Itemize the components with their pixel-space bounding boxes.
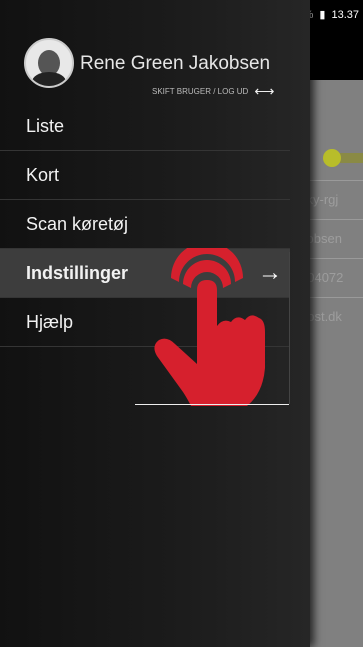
menu-item-label: Indstillinger — [26, 263, 129, 283]
hand-underline — [135, 404, 289, 405]
swap-arrows-icon: ⟷ — [254, 83, 275, 99]
avatar[interactable] — [24, 38, 74, 88]
menu-item-scan-koretoj[interactable]: Scan køretøj — [0, 200, 290, 249]
menu-item-liste[interactable]: Liste — [0, 102, 290, 151]
toggle-knob — [323, 149, 341, 167]
menu-item-label: Liste — [26, 116, 65, 136]
hand-divider — [289, 252, 290, 404]
battery-icon: ▮ — [319, 9, 326, 21]
clock: 13.37 — [331, 8, 359, 21]
menu-item-label: Scan køretøj — [26, 214, 129, 234]
setting-toggle[interactable] — [323, 149, 363, 167]
tap-hand-icon — [154, 248, 265, 406]
menu-item-label: Hjælp — [26, 312, 74, 332]
avatar-body — [32, 72, 66, 86]
switch-user-link[interactable]: SKIFT BRUGER / LOG UD ⟷ — [152, 83, 274, 100]
switch-user-label: SKIFT BRUGER / LOG UD — [152, 87, 249, 96]
user-name: Rene Green Jakobsen — [80, 53, 271, 74]
menu-item-kort[interactable]: Kort — [0, 151, 290, 200]
menu-item-label: Kort — [26, 165, 60, 185]
